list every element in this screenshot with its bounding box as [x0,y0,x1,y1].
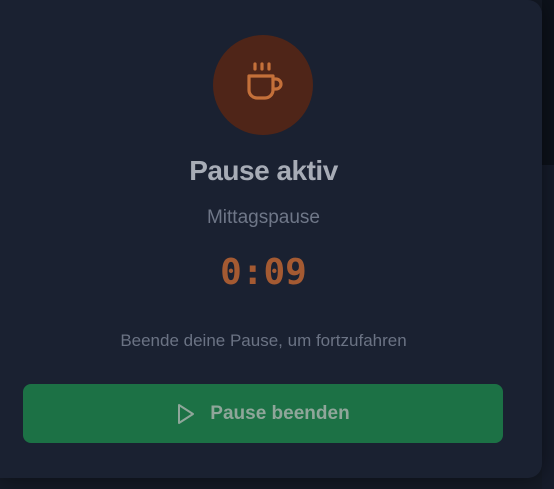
break-icon-badge [213,35,313,135]
break-timer: 0:09 [220,252,307,293]
coffee-cup-icon [238,58,288,113]
break-modal: Pause aktiv Mittagspause 0:09 Beende dei… [0,0,542,478]
background-panel-edge [542,0,554,165]
end-break-button[interactable]: Pause beenden [23,384,503,443]
break-type-label: Mittagspause [206,207,320,228]
end-break-button-label: Pause beenden [210,402,350,424]
break-hint: Beende deine Pause, um fortzufahren [120,331,407,350]
background-content-edge [542,165,554,489]
break-title: Pause aktiv [189,155,338,186]
play-icon [176,403,196,425]
